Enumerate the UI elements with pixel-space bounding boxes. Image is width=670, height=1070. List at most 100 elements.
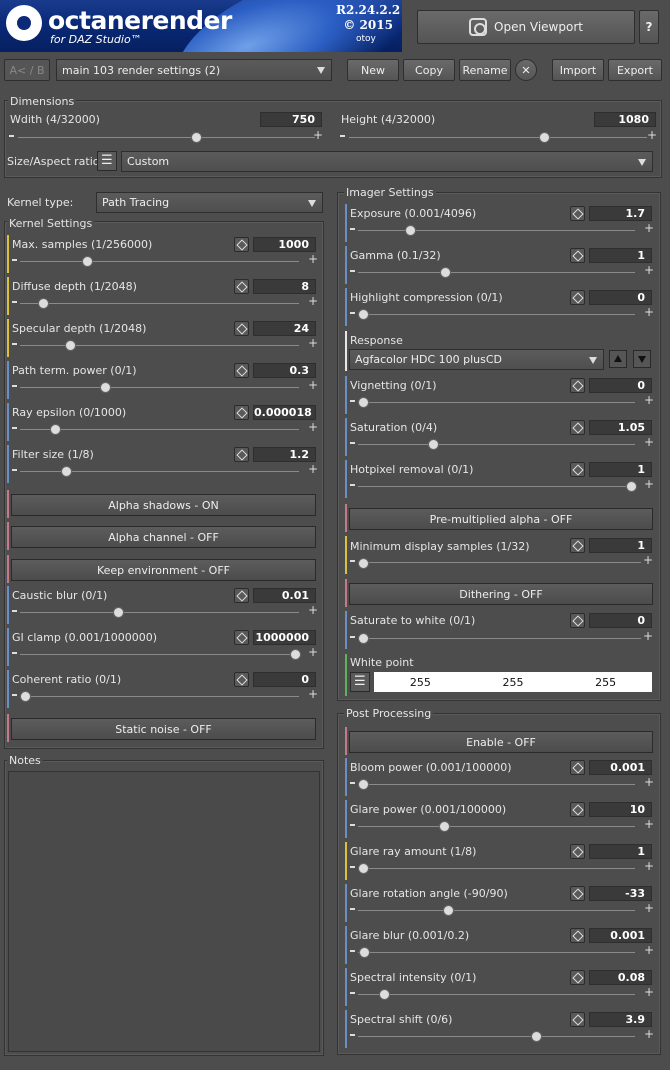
notes-textarea[interactable] <box>8 771 320 1052</box>
glare-ray-amount-slider-track[interactable] <box>358 868 635 869</box>
glare-rotation-angle-decrement[interactable] <box>350 908 355 910</box>
saturation-decrement[interactable] <box>350 442 355 444</box>
dithering-toggle[interactable]: Dithering - OFF <box>349 583 653 605</box>
diffuse-depth-value[interactable]: 8 <box>253 279 316 294</box>
min-display-samples-decrement[interactable] <box>350 560 355 562</box>
reset-icon[interactable] <box>570 206 585 221</box>
path-term-power-decrement[interactable] <box>12 385 17 387</box>
gamma-increment[interactable]: + <box>644 264 654 276</box>
reset-icon[interactable] <box>234 630 249 645</box>
reset-icon[interactable] <box>570 844 585 859</box>
reset-icon[interactable] <box>234 237 249 252</box>
reset-icon[interactable] <box>570 538 585 553</box>
response-dropdown[interactable]: Agfacolor HDC 100 plusCD <box>349 349 604 370</box>
premultiplied-alpha-toggle[interactable]: Pre-multiplied alpha - OFF <box>349 508 653 530</box>
glare-power-decrement[interactable] <box>350 824 355 826</box>
saturation-slider-knob[interactable] <box>428 439 439 450</box>
path-term-power-value[interactable]: 0.3 <box>253 363 316 378</box>
saturate-to-white-increment[interactable]: + <box>643 630 653 642</box>
white-point-b[interactable]: 255 <box>595 676 616 689</box>
bloom-power-value[interactable]: 0.001 <box>589 760 652 775</box>
reset-icon[interactable] <box>234 279 249 294</box>
reset-icon[interactable] <box>570 760 585 775</box>
glare-rotation-angle-slider-knob[interactable] <box>443 905 454 916</box>
height-slider-knob[interactable] <box>539 132 550 143</box>
reset-icon[interactable] <box>570 462 585 477</box>
height-slider-track[interactable] <box>349 137 647 138</box>
coherent-ratio-slider-track[interactable] <box>20 696 299 697</box>
vignetting-increment[interactable]: + <box>644 394 654 406</box>
ray-epsilon-value[interactable]: 0.000018 <box>253 405 316 420</box>
list-icon[interactable] <box>350 672 370 692</box>
path-term-power-slider-knob[interactable] <box>100 382 111 393</box>
rename-button[interactable]: Rename <box>459 59 511 81</box>
gi-clamp-decrement[interactable] <box>12 652 17 654</box>
glare-power-slider-track[interactable] <box>358 826 635 827</box>
glare-blur-increment[interactable]: + <box>644 944 654 956</box>
white-point-values[interactable]: 255 255 255 <box>374 672 652 692</box>
highlight-compression-value[interactable]: 0 <box>589 290 652 305</box>
reset-icon[interactable] <box>570 970 585 985</box>
reset-icon[interactable] <box>234 447 249 462</box>
glare-ray-amount-increment[interactable]: + <box>644 860 654 872</box>
white-point-r[interactable]: 255 <box>410 676 431 689</box>
caustic-blur-value[interactable]: 0.01 <box>253 588 316 603</box>
min-display-samples-increment[interactable]: + <box>643 554 653 566</box>
coherent-ratio-decrement[interactable] <box>12 694 17 696</box>
vignetting-slider-track[interactable] <box>358 402 635 403</box>
highlight-compression-slider-track[interactable] <box>358 314 635 315</box>
height-decrement[interactable] <box>340 135 345 137</box>
preset-dropdown[interactable]: main 103 render settings (2) <box>56 59 332 81</box>
min-display-samples-value[interactable]: 1 <box>589 538 652 553</box>
list-icon[interactable] <box>97 151 117 171</box>
glare-rotation-angle-slider-track[interactable] <box>358 910 635 911</box>
reset-icon[interactable] <box>570 248 585 263</box>
min-display-samples-track[interactable] <box>358 562 641 563</box>
glare-ray-amount-value[interactable]: 1 <box>589 844 652 859</box>
max-samples-slider-track[interactable] <box>20 261 299 262</box>
vignetting-value[interactable]: 0 <box>589 378 652 393</box>
gi-clamp-slider-track[interactable] <box>20 654 299 655</box>
bloom-power-decrement[interactable] <box>350 782 355 784</box>
reset-icon[interactable] <box>234 405 249 420</box>
spectral-shift-value[interactable]: 3.9 <box>589 1012 652 1027</box>
glare-ray-amount-decrement[interactable] <box>350 866 355 868</box>
gamma-decrement[interactable] <box>350 270 355 272</box>
glare-power-increment[interactable]: + <box>644 818 654 830</box>
reset-icon[interactable] <box>570 1012 585 1027</box>
filter-size-value[interactable]: 1.2 <box>253 447 316 462</box>
gi-clamp-increment[interactable]: + <box>308 646 318 658</box>
specular-depth-decrement[interactable] <box>12 343 17 345</box>
hotpixel-removal-decrement[interactable] <box>350 484 355 486</box>
ray-epsilon-decrement[interactable] <box>12 427 17 429</box>
keep-environment-toggle[interactable]: Keep environment - OFF <box>11 559 316 581</box>
gamma-slider-track[interactable] <box>358 272 635 273</box>
caustic-blur-decrement[interactable] <box>12 610 17 612</box>
spectral-intensity-decrement[interactable] <box>350 992 355 994</box>
reset-icon[interactable] <box>234 672 249 687</box>
filter-size-increment[interactable]: + <box>308 463 318 475</box>
height-increment[interactable]: + <box>647 129 657 141</box>
saturate-to-white-knob[interactable] <box>358 633 369 644</box>
bloom-power-slider-knob[interactable] <box>358 779 369 790</box>
ray-epsilon-increment[interactable]: + <box>308 421 318 433</box>
diffuse-depth-slider-knob[interactable] <box>38 298 49 309</box>
diffuse-depth-slider-track[interactable] <box>20 303 299 304</box>
gi-clamp-slider-knob[interactable] <box>290 649 301 660</box>
exposure-value[interactable]: 1.7 <box>589 206 652 221</box>
alpha-channel-toggle[interactable]: Alpha channel - OFF <box>11 526 316 548</box>
spectral-intensity-value[interactable]: 0.08 <box>589 970 652 985</box>
path-term-power-slider-track[interactable] <box>20 387 299 388</box>
delete-preset-button[interactable]: ✕ <box>515 59 537 81</box>
help-button[interactable]: ? <box>639 10 659 44</box>
saturate-to-white-track[interactable] <box>358 638 641 639</box>
reset-icon[interactable] <box>234 588 249 603</box>
vignetting-slider-knob[interactable] <box>358 397 369 408</box>
width-slider-knob[interactable] <box>191 132 202 143</box>
glare-blur-value[interactable]: 0.001 <box>589 928 652 943</box>
export-button[interactable]: Export <box>608 59 662 81</box>
kernel-type-dropdown[interactable]: Path Tracing <box>96 192 323 213</box>
reset-icon[interactable] <box>570 886 585 901</box>
aspect-ratio-dropdown[interactable]: Custom <box>121 151 653 172</box>
ray-epsilon-slider-track[interactable] <box>20 429 299 430</box>
